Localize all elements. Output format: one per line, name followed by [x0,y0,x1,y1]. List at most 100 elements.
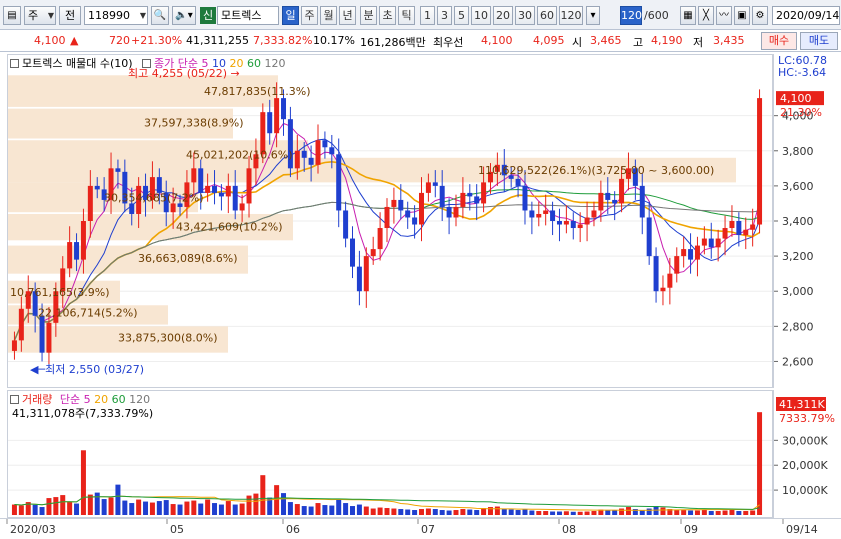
volume-bar [184,501,190,515]
candle-body [550,210,556,221]
high-value: 4,190 [651,34,683,47]
candle-body [674,256,680,274]
volume-bar [101,499,107,515]
candle-body [722,228,728,239]
count-input[interactable]: 120 [620,6,642,25]
min-price-note: ◀─최저 2,550 (03/27) [30,363,144,376]
ma-label: 종가 단순 [154,57,199,70]
candle-body [294,150,300,169]
minute-1[interactable]: 1 [420,6,435,25]
tab-month[interactable]: 월 [320,6,337,25]
price-chart-pane[interactable]: 47,817,835(11.3%) 37,597,338(8.9%) 45,021,… [7,54,773,388]
candle-body [329,147,335,155]
price-axis: 4,000 3,800 3,600 3,400 3,200 3,000 2,800 2,600… [773,54,841,388]
stock-name-field[interactable]: 모트렉스 [217,6,279,25]
grid-icon[interactable]: ▦ [680,6,696,25]
volume-bar [46,498,52,515]
sound-icon[interactable]: 🔈▾ [172,6,196,25]
minute-3[interactable]: 3 [437,6,452,25]
volume-profile-label: 36,663,089(8.6%) [138,252,238,265]
volume-bar [301,506,307,515]
window-menu-icon[interactable]: ▤ [3,6,21,25]
candle-body [598,192,604,211]
price-pct-tag: 21.30% [780,106,822,119]
volume-bar [115,484,121,515]
minute-30[interactable]: 30 [515,6,535,25]
volume-bar [522,509,528,515]
volume-bar [329,505,335,515]
candle-body [522,185,528,211]
search-icon[interactable]: 🔍 [151,6,169,25]
candle-body [460,192,466,207]
volume-bar [149,502,155,515]
volume-bar [212,503,218,515]
ma60-label: 60 [247,57,262,70]
price-tick-label: 3,600 [782,180,814,193]
candle-body [356,266,362,292]
chevron-down-icon[interactable]: ▾ [586,6,600,25]
chart-icon[interactable]: 〰 [716,6,732,25]
minute-5[interactable]: 5 [454,6,469,25]
minute-20[interactable]: 20 [493,6,513,25]
volume-axis: 30,000K 20,000K 10,000K 41,311K 7333.79% [773,390,841,518]
candle-body [619,178,625,204]
tab-tick[interactable]: 틱 [398,6,415,25]
candle-body [87,185,93,221]
minute-60[interactable]: 60 [537,6,557,25]
x-tick-label: 09 [684,523,698,536]
volume-bar [563,511,569,515]
tab-week[interactable]: 주 [301,6,318,25]
volume-bar [550,511,556,515]
volume-bar [501,509,507,515]
tab-year[interactable]: 년 [339,6,356,25]
candle-body [363,256,369,292]
volume-bar [391,508,397,515]
volume-bar [74,503,80,515]
gear-icon[interactable]: ⚙ [752,6,768,25]
volume-bar [605,510,611,515]
volume-pct: 7,333.82% [253,34,313,47]
candle-body [694,245,700,260]
x-axis-svg: 2020/03 05 06 07 08 09 09/14 [6,519,818,536]
candle-body [536,213,542,218]
volume-chart-pane[interactable]: 거래량 단순 5 20 60 120 41,311,078주(7,333.79%… [7,390,773,518]
indicator-icon[interactable]: ╳ [698,6,714,25]
candle-body [246,168,252,204]
volume-pct-tag: 7333.79% [779,412,835,425]
period-prefix-select[interactable]: 전 [59,6,81,25]
price-chart[interactable]: 47,817,835(11.3%) 37,597,338(8.9%) 45,021,… [8,55,772,387]
volume-axis-svg: 30,000K 20,000K 10,000K 41,311K7333.79% [774,397,835,497]
volume-bar [177,504,183,515]
sell-button[interactable]: 매도 [800,32,838,50]
volume-bar [87,494,93,515]
checkbox-icon[interactable] [10,395,19,404]
candle-body [729,221,735,229]
market-type-label: 주 [28,9,39,22]
buy-button[interactable]: 매수 [761,32,797,50]
candle-body [67,242,73,269]
volume-bar [370,508,376,515]
date-input[interactable]: 2020/09/14 [772,6,840,25]
minute-120[interactable]: 120 [559,6,583,25]
tab-day[interactable]: 일 [282,6,299,25]
volume-bar [646,508,652,515]
code-input[interactable]: 118990 ▼ [84,6,148,25]
low-value: 3,435 [713,34,745,47]
candle-body [667,273,673,288]
market-type-select[interactable]: 주 ▼ [24,6,56,25]
volume-bar [170,504,176,515]
volume-bar [336,499,342,515]
volume-profile-label: 30,354,685(7.2%) [104,191,204,204]
candle-body [605,192,611,200]
checkbox-icon[interactable] [10,59,19,68]
save-icon[interactable]: ▣ [734,6,750,25]
volume-bar [681,510,687,515]
tab-second[interactable]: 초 [379,6,396,25]
minute-10[interactable]: 10 [471,6,491,25]
volume-bar [315,503,321,515]
checkbox-icon[interactable] [142,59,152,68]
volume-bar [156,501,162,515]
tab-minute[interactable]: 분 [360,6,377,25]
volume-bar [412,510,418,515]
candle-body [225,185,231,197]
